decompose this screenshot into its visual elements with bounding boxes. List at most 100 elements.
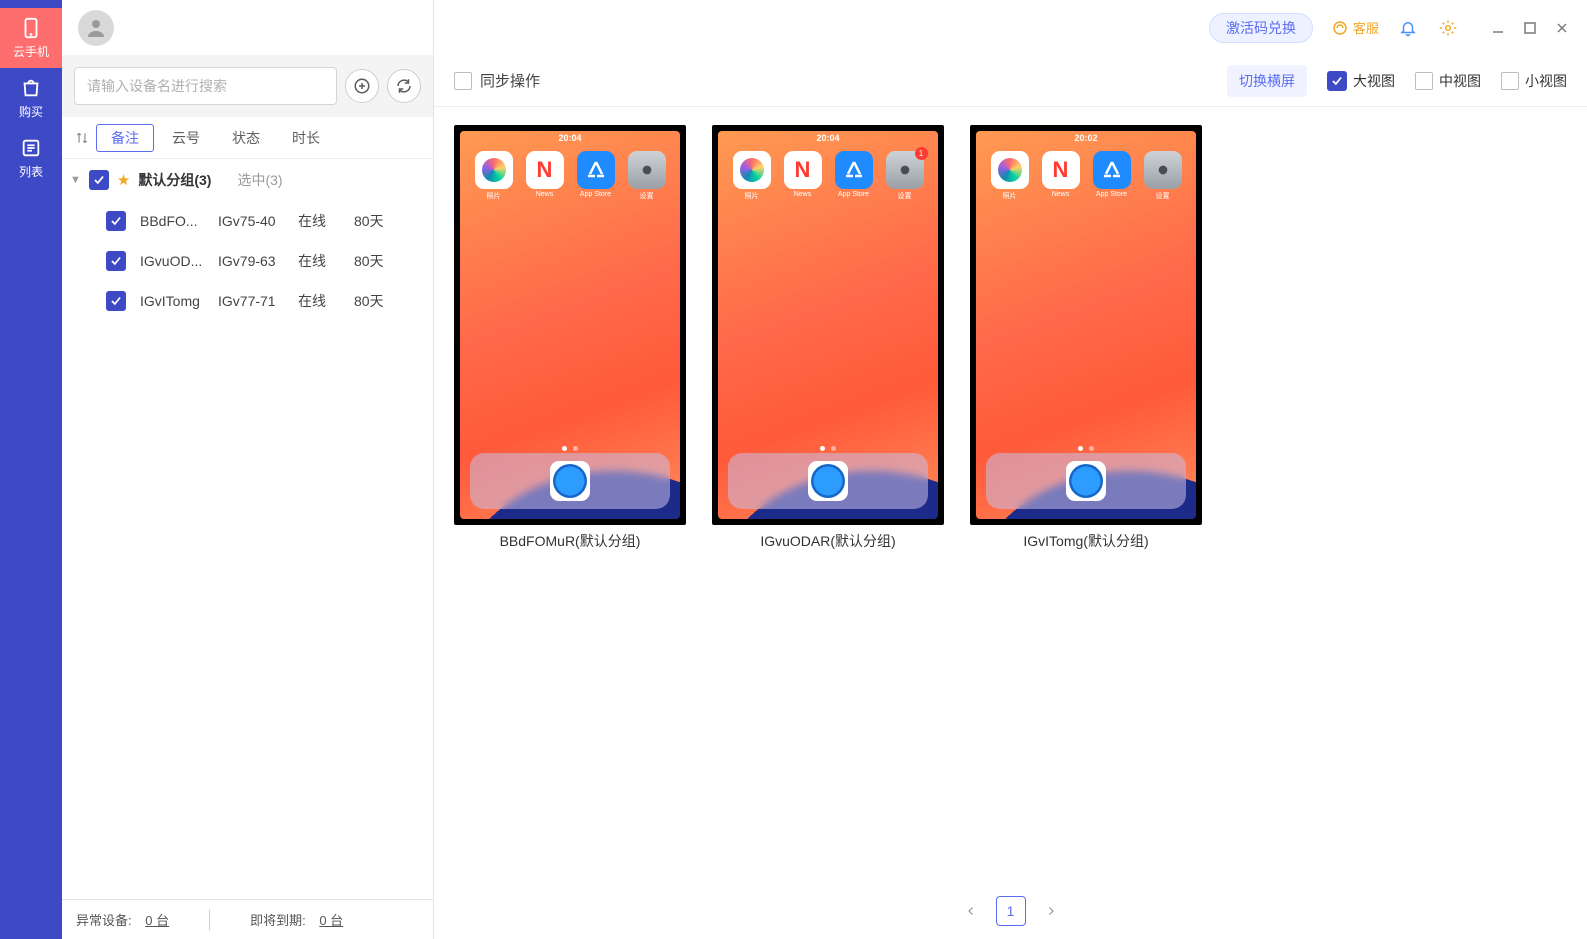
search-input-wrap [74,67,337,105]
view-large-checkbox[interactable] [1327,71,1347,91]
device-row[interactable]: IGvITomgIGv77-71在线80天 [62,281,433,321]
ios-app-appstore: App Store [576,151,616,201]
view-small-checkbox[interactable] [1501,72,1519,90]
sync-checkbox[interactable] [454,72,472,90]
search-bar [62,55,433,117]
rail-label: 购买 [19,103,43,120]
tab-cloudid[interactable]: 云号 [158,124,214,152]
search-input[interactable] [75,78,336,94]
group-checkbox[interactable] [89,170,109,190]
avatar[interactable] [78,10,114,46]
ios-app-label: News [794,191,812,198]
maximize-button[interactable] [1521,19,1539,37]
ios-app-label: App Store [1096,191,1127,198]
news-icon: N [784,151,822,189]
status-time: 20:04 [718,133,938,147]
orientation-button[interactable]: 切换横屏 [1227,65,1307,97]
expiring-count[interactable]: 0 台 [319,913,343,928]
view-medium[interactable]: 中视图 [1415,71,1481,91]
rail-list[interactable]: 列表 [0,128,62,188]
view-small-label: 小视图 [1525,71,1567,91]
view-small[interactable]: 小视图 [1501,71,1567,91]
device-status: 在线 [298,251,354,271]
device-screen[interactable]: 20:04照片NNewsApp Store1设置 [712,125,944,525]
device-list: ▼ ★ 默认分组(3) 选中(3) BBdFO...IGv75-40在线80天I… [62,159,433,899]
main: 激活码兑换 客服 同步操作 切换横屏 [434,0,1587,939]
sort-icon[interactable] [72,131,92,145]
nav-rail: 云手机 购买 列表 [0,0,62,939]
device-card: 20:04 照片 N News App Store 设置 BBdFOMuR(默认分组) [454,125,686,551]
safari-icon [550,461,590,501]
sidebar-header [62,0,433,55]
appstore-icon [835,151,873,189]
sidebar-footer: 异常设备: 0 台 即将到期: 0 台 [62,899,433,939]
page-prev[interactable] [958,898,984,924]
tab-status[interactable]: 状态 [218,124,274,152]
ios-app-label: 照片 [1003,191,1017,201]
group-selected: 选中(3) [237,170,282,190]
sync-toggle[interactable]: 同步操作 [454,70,540,91]
group-header: ▼ ★ 默认分组(3) 选中(3) [62,159,433,201]
device-checkbox[interactable] [106,291,126,311]
minimize-button[interactable] [1489,19,1507,37]
view-medium-checkbox[interactable] [1415,72,1433,90]
abnormal-count[interactable]: 0 台 [145,913,169,928]
ios-app-photos: 照片 [474,151,514,201]
rail-buy[interactable]: 购买 [0,68,62,128]
titlebar: 激活码兑换 客服 [434,0,1587,55]
tab-remark[interactable]: 备注 [96,124,154,152]
device-row[interactable]: BBdFO...IGv75-40在线80天 [62,201,433,241]
star-icon: ★ [117,171,130,189]
device-code: IGv75-40 [218,213,298,229]
dock [470,453,670,509]
refresh-button[interactable] [387,69,421,103]
redeem-button[interactable]: 激活码兑换 [1209,13,1313,43]
ios-app-appstore: App Store [1092,151,1132,201]
window-controls [1489,19,1571,37]
expiring-label: 即将到期: [250,913,306,928]
device-status: 在线 [298,211,354,231]
status-time: 20:04 [460,133,680,147]
gear-icon[interactable] [1437,17,1459,39]
page-number[interactable]: 1 [996,896,1026,926]
close-button[interactable] [1553,19,1571,37]
device-name: IGvuOD... [140,253,218,269]
settings-icon [628,151,666,189]
ios-app-settings: 设置 [1143,151,1183,201]
rail-cloudphone[interactable]: 云手机 [0,8,62,68]
news-icon: N [526,151,564,189]
column-tabs: 备注 云号 状态 时长 [62,117,433,159]
sync-label: 同步操作 [480,70,540,91]
device-duration: 80天 [354,251,404,271]
status-time: 20:02 [976,133,1196,147]
dock [728,453,928,509]
device-name: IGvITomg [140,293,218,309]
support-link[interactable]: 客服 [1331,18,1379,37]
abnormal-label: 异常设备: [76,913,132,928]
collapse-icon[interactable]: ▼ [70,174,81,186]
device-row[interactable]: IGvuOD...IGv79-63在线80天 [62,241,433,281]
expiring-block: 即将到期: 0 台 [250,910,343,929]
settings-icon [1144,151,1182,189]
device-checkbox[interactable] [106,251,126,271]
device-card-label: BBdFOMuR(默认分组) [500,531,641,551]
device-screen[interactable]: 20:02照片NNewsApp Store设置 [970,125,1202,525]
view-large[interactable]: 大视图 [1327,71,1395,91]
bag-icon [20,77,42,99]
ios-app-label: News [536,191,554,198]
device-checkbox[interactable] [106,211,126,231]
add-button[interactable] [345,69,379,103]
page-dots [976,446,1196,451]
device-code: IGv79-63 [218,253,298,269]
page-dots [460,446,680,451]
device-screen[interactable]: 20:04 照片 N News App Store 设置 [454,125,686,525]
device-card: 20:02照片NNewsApp Store设置IGvITomg(默认分组) [970,125,1202,551]
page-next[interactable] [1038,898,1064,924]
pager: 1 [434,883,1587,939]
device-grid: 20:04照片NNewsApp Store设置BBdFOMuR(默认分组)20:… [434,107,1587,883]
ios-app-settings: 设置 [627,151,667,201]
photos-icon [733,151,771,189]
bell-icon[interactable] [1397,17,1419,39]
tab-duration[interactable]: 时长 [278,124,334,152]
sidebar: 备注 云号 状态 时长 ▼ ★ 默认分组(3) 选中(3) BBdFO...IG… [62,0,434,939]
